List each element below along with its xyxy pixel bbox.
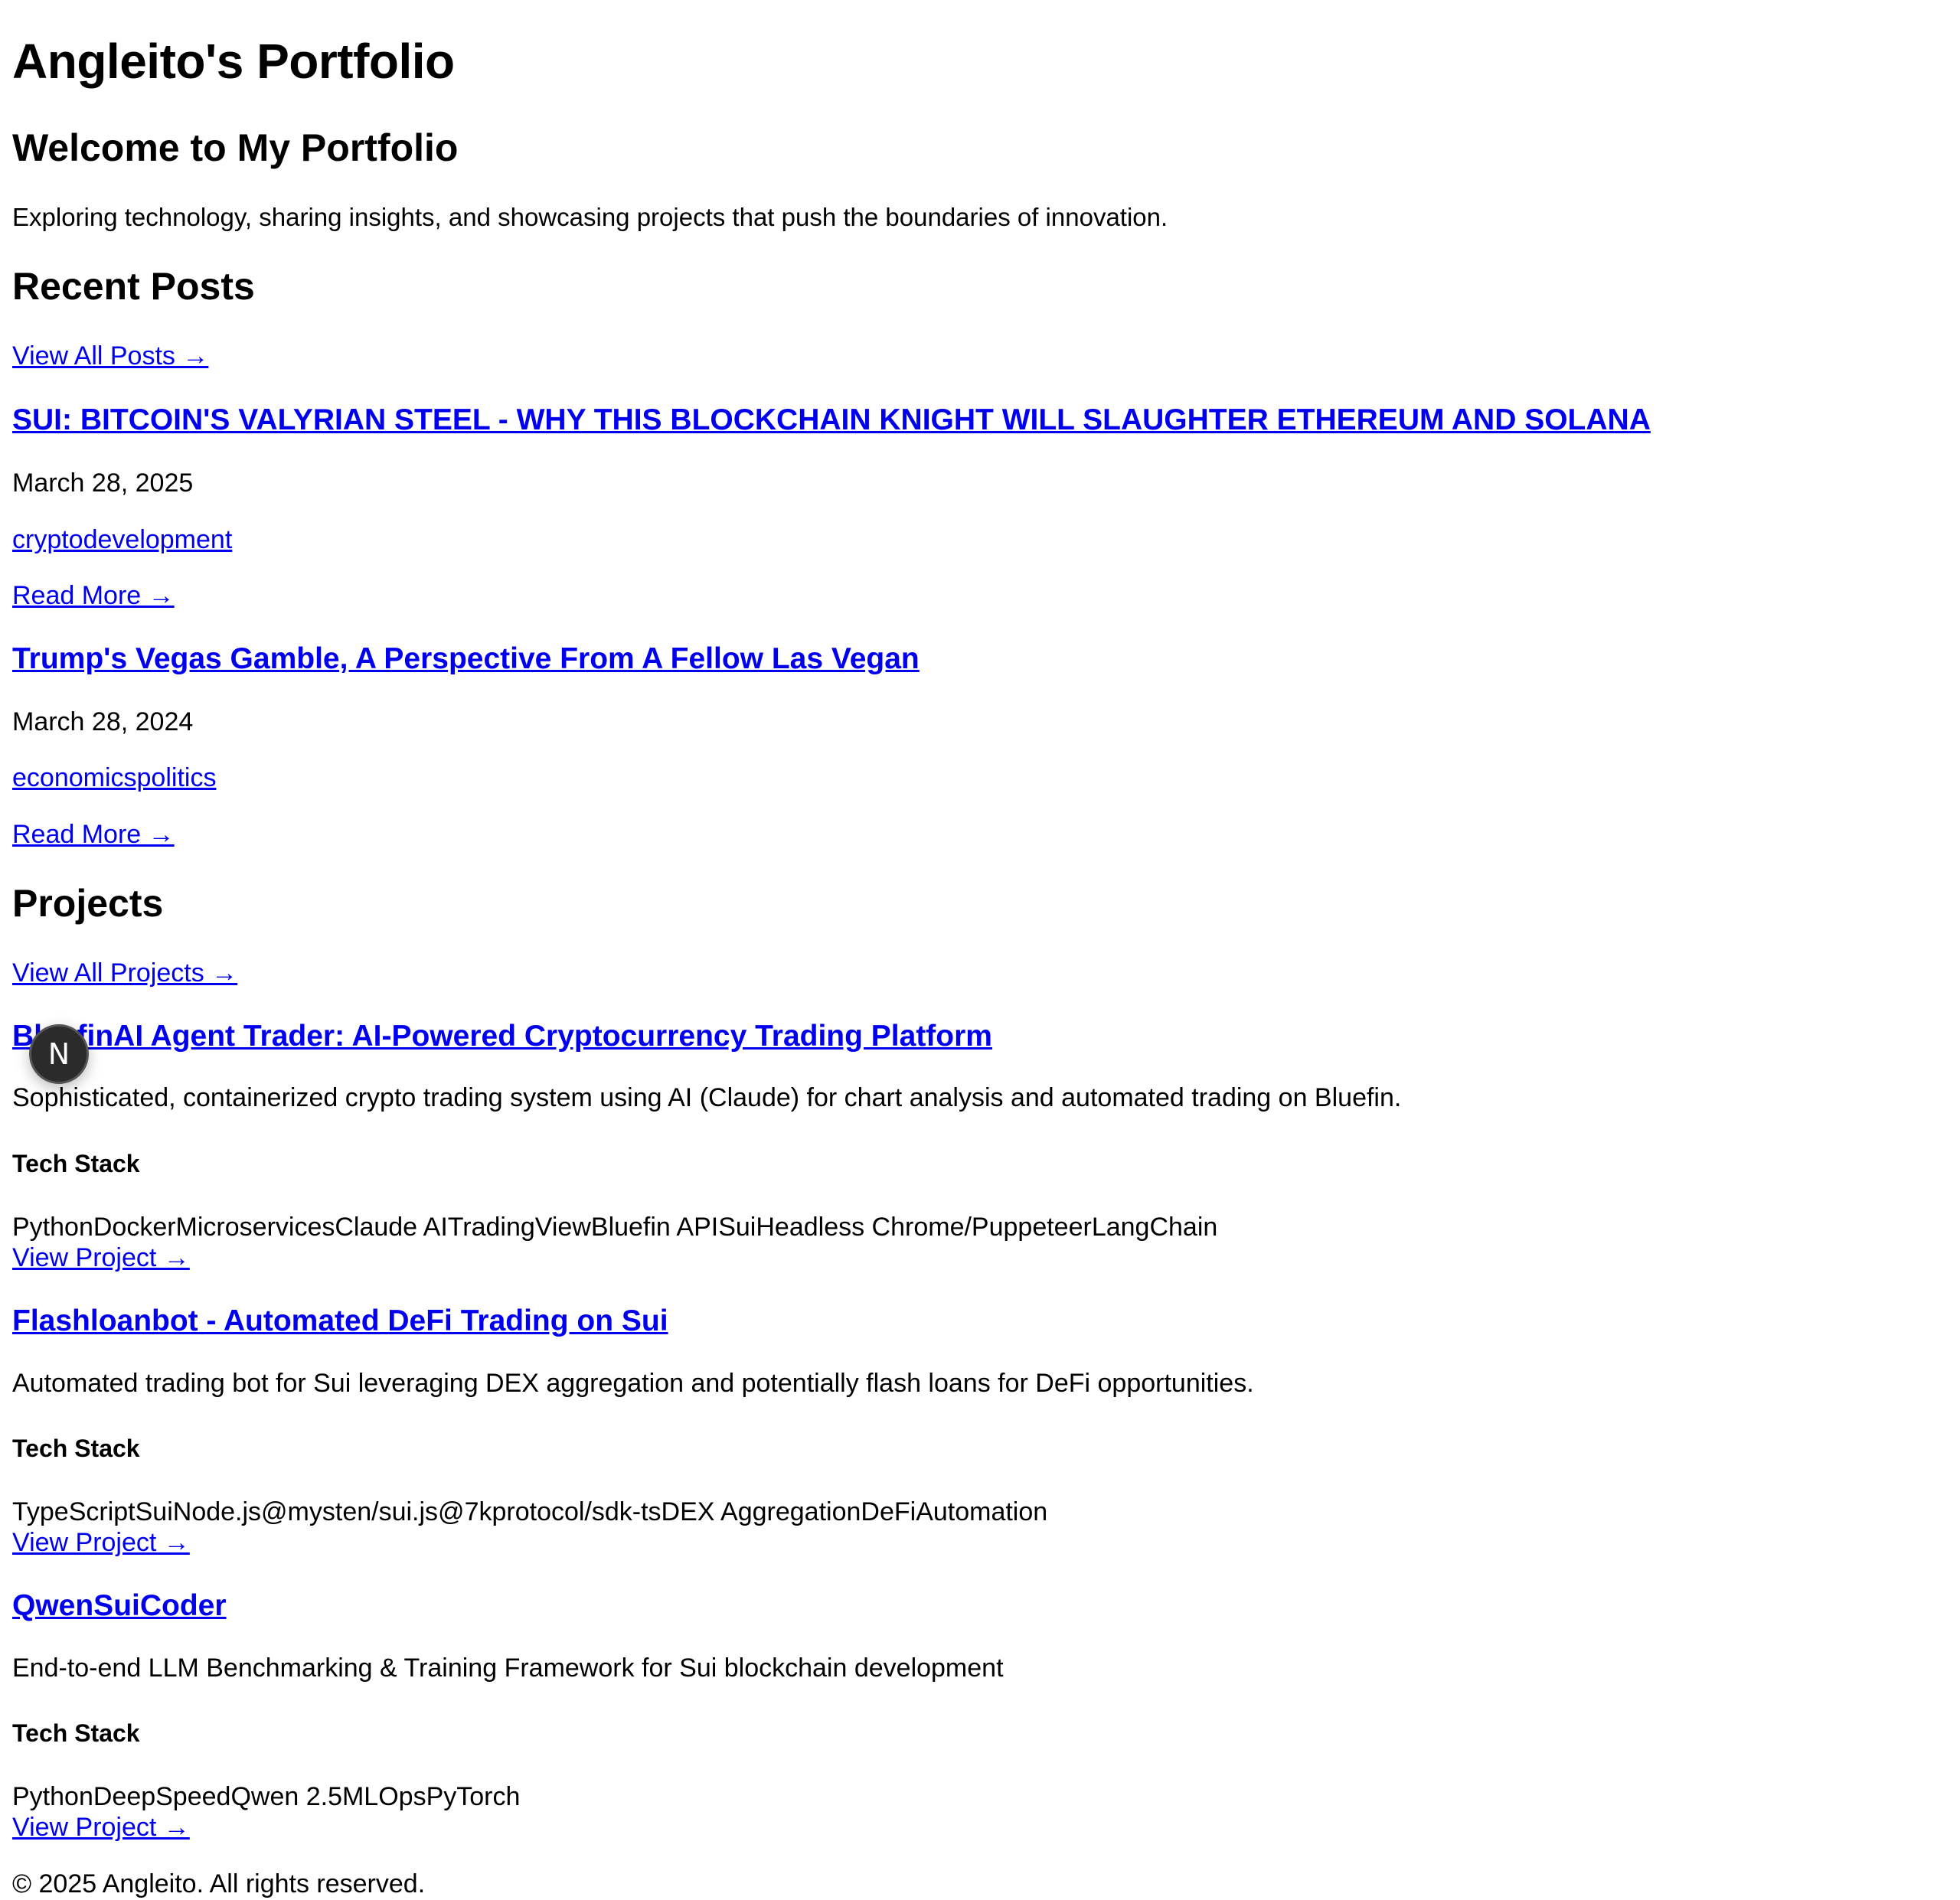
post-date: March 28, 2024 xyxy=(12,707,194,736)
project-title-link[interactable]: BluefinAI Agent Trader: AI-Powered Crypt… xyxy=(12,1018,992,1055)
view-project-link[interactable]: View Project → xyxy=(12,1811,190,1843)
project-description: Automated trading bot for Sui leveraging… xyxy=(12,1369,1254,1398)
post-tags-link[interactable]: economicspolitics xyxy=(12,762,216,794)
tech-stack-list: PythonDockerMicroservicesClaude AITradin… xyxy=(12,1213,1218,1242)
post-tags-link[interactable]: cryptodevelopment xyxy=(12,524,232,556)
footer-copyright: © 2025 Angleito. All rights reserved. xyxy=(12,1869,426,1898)
recent-posts-heading: Recent Posts xyxy=(12,265,255,308)
post-title-link[interactable]: Trump's Vegas Gamble, A Perspective From… xyxy=(12,641,920,677)
post-title-link[interactable]: SUI: BITCOIN'S VALYRIAN STEEL - WHY THIS… xyxy=(12,402,1651,439)
badge-letter: N xyxy=(47,1037,70,1071)
view-all-projects-link[interactable]: View All Projects → xyxy=(12,957,237,989)
view-project-link[interactable]: View Project → xyxy=(12,1526,190,1559)
tech-stack-heading: Tech Stack xyxy=(12,1435,140,1462)
project-title-link[interactable]: QwenSuiCoder xyxy=(12,1588,227,1624)
project-description: End-to-end LLM Benchmarking & Training F… xyxy=(12,1654,1004,1683)
tech-stack-heading: Tech Stack xyxy=(12,1150,140,1177)
tech-stack-heading: Tech Stack xyxy=(12,1719,140,1747)
projects-heading: Projects xyxy=(12,882,164,925)
read-more-link[interactable]: Read More → xyxy=(12,579,175,612)
project-title-link[interactable]: Flashloanbot - Automated DeFi Trading on… xyxy=(12,1303,668,1340)
nextjs-dev-indicator-icon[interactable]: N xyxy=(29,1024,89,1084)
view-project-link[interactable]: View Project → xyxy=(12,1242,190,1274)
intro-text: Exploring technology, sharing insights, … xyxy=(12,203,1168,231)
tech-stack-list: PythonDeepSpeedQwen 2.5MLOpsPyTorch xyxy=(12,1782,521,1811)
post-date: March 28, 2025 xyxy=(12,468,194,498)
project-description: Sophisticated, containerized crypto trad… xyxy=(12,1083,1402,1112)
tech-stack-list: TypeScriptSuiNode.js@mysten/sui.js@7kpro… xyxy=(12,1497,1048,1526)
view-all-posts-link[interactable]: View All Posts → xyxy=(12,340,208,372)
site-title: Angleito's Portfolio xyxy=(12,34,455,89)
read-more-link[interactable]: Read More → xyxy=(12,818,175,850)
welcome-heading: Welcome to My Portfolio xyxy=(12,126,459,169)
